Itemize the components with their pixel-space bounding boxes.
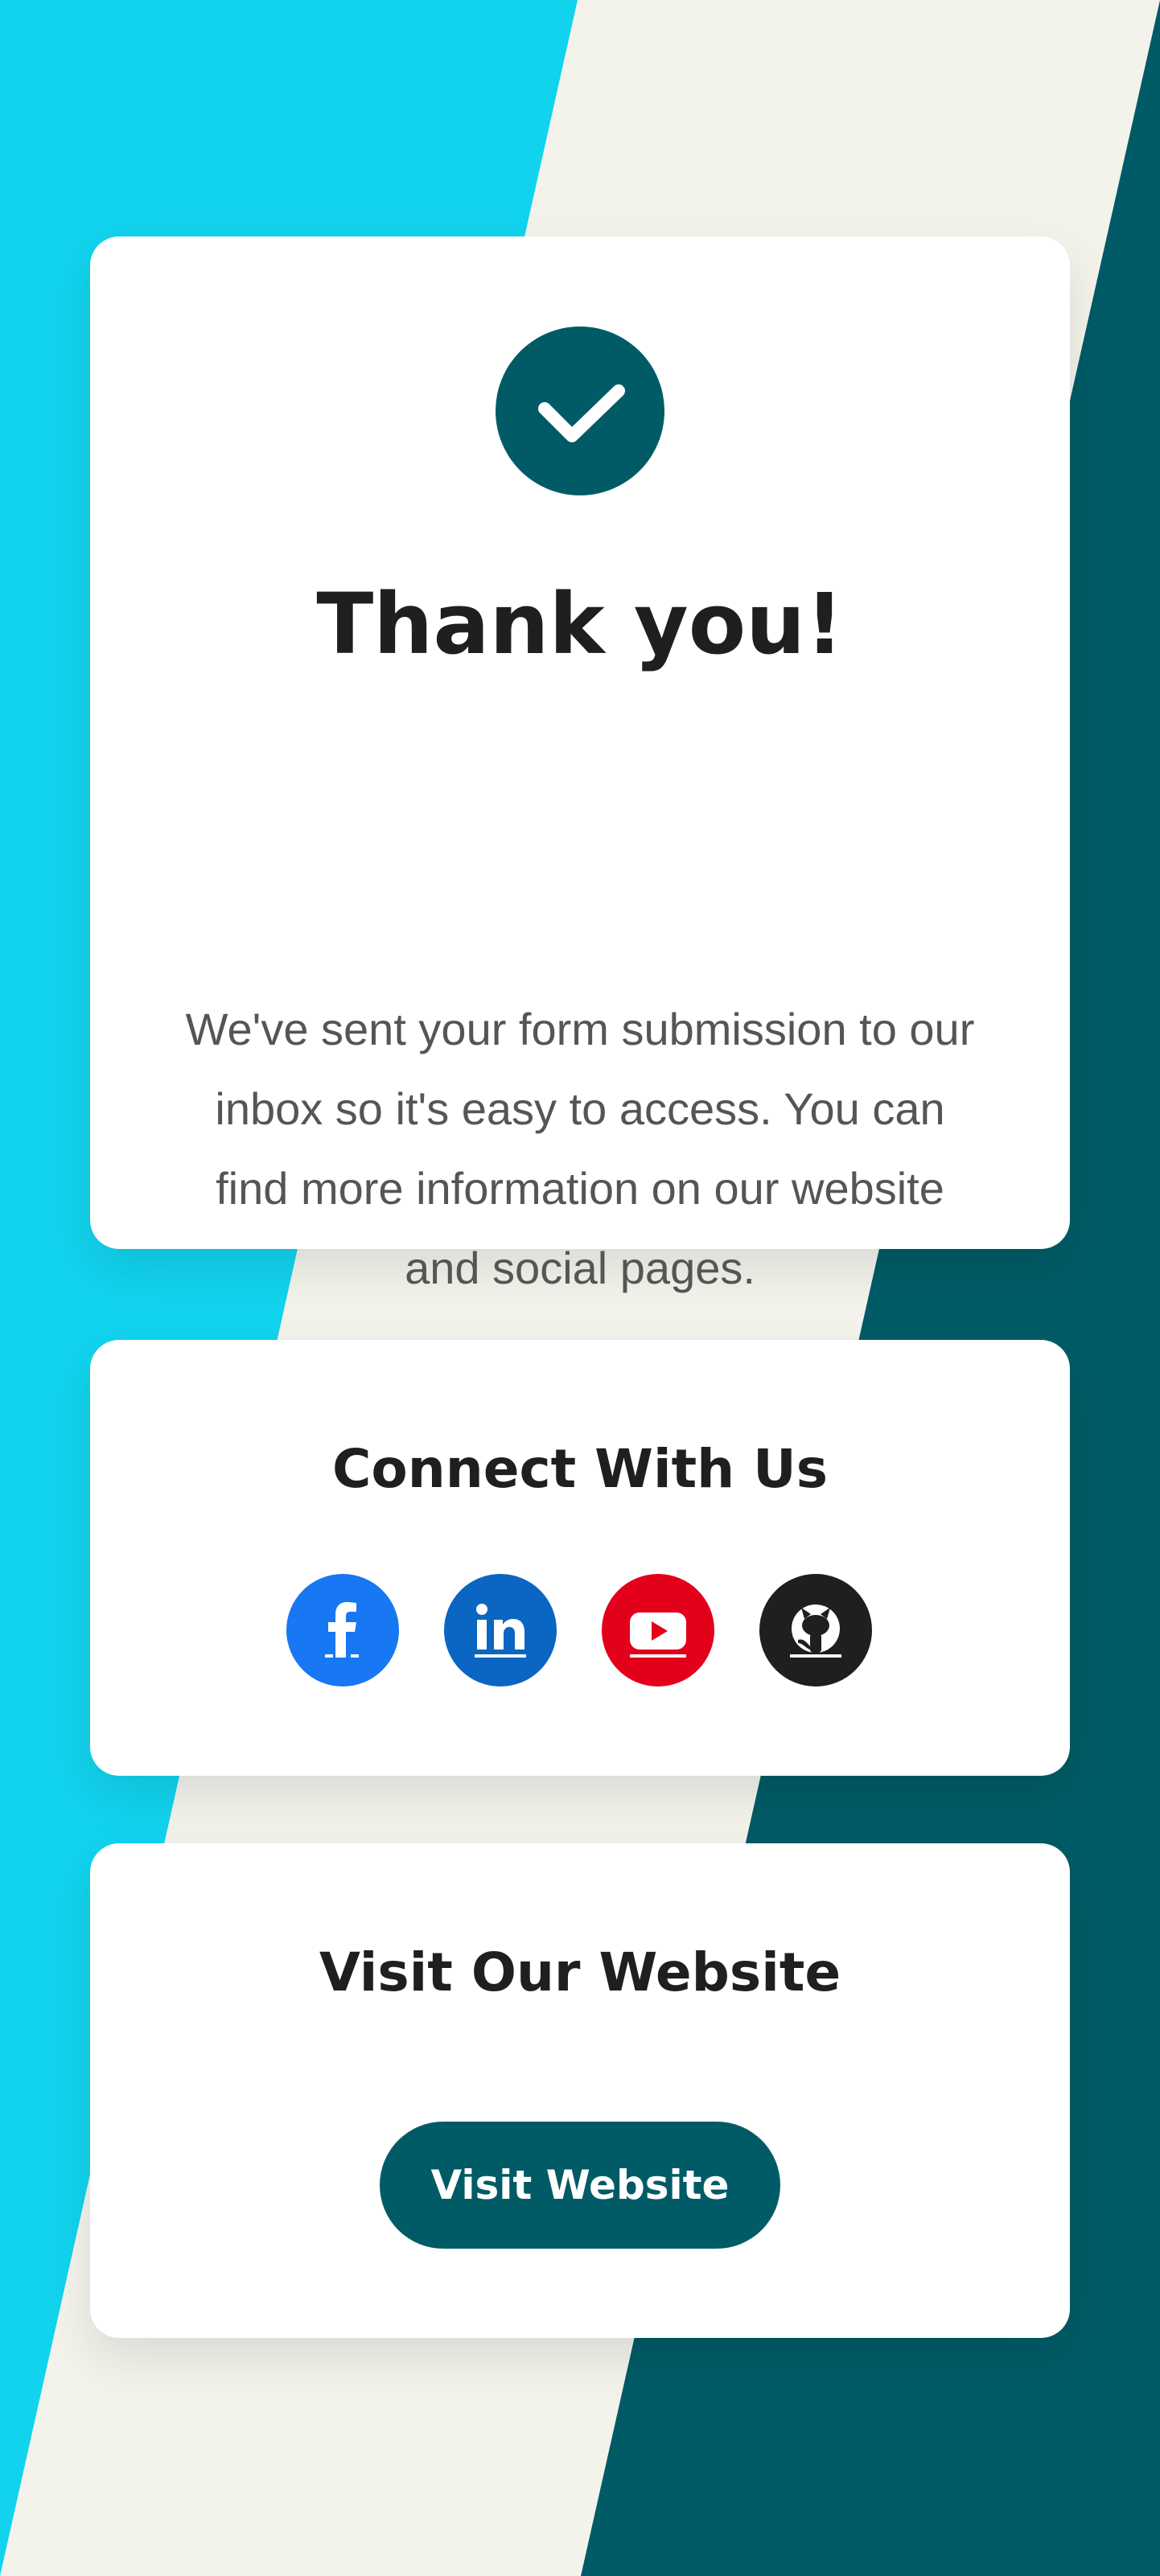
github-icon	[759, 1574, 872, 1687]
connect-card: Connect With Us	[90, 1340, 1070, 1776]
thank-you-card: Thank you! We've sent your form submissi…	[90, 236, 1070, 1293]
linkedin-icon	[444, 1574, 557, 1687]
visit-website-button[interactable]: Visit Website	[380, 2122, 780, 2249]
facebook-icon	[286, 1574, 399, 1687]
social-links	[286, 1574, 874, 1687]
visit-website-title: Visit Our Website	[319, 1941, 841, 2003]
thank-you-message: We've sent your form submission to our i…	[185, 1004, 975, 1293]
thank-you-title: Thank you!	[316, 575, 844, 673]
youtube-icon	[602, 1574, 714, 1687]
checkmark-icon	[496, 327, 664, 495]
connect-title: Connect With Us	[332, 1438, 828, 1500]
linkedin-button[interactable]	[444, 1574, 557, 1687]
github-button[interactable]	[759, 1574, 872, 1687]
youtube-button[interactable]	[602, 1574, 714, 1687]
facebook-button[interactable]	[286, 1574, 399, 1687]
visit-website-card: Visit Our Website Visit Website	[90, 1843, 1070, 2338]
